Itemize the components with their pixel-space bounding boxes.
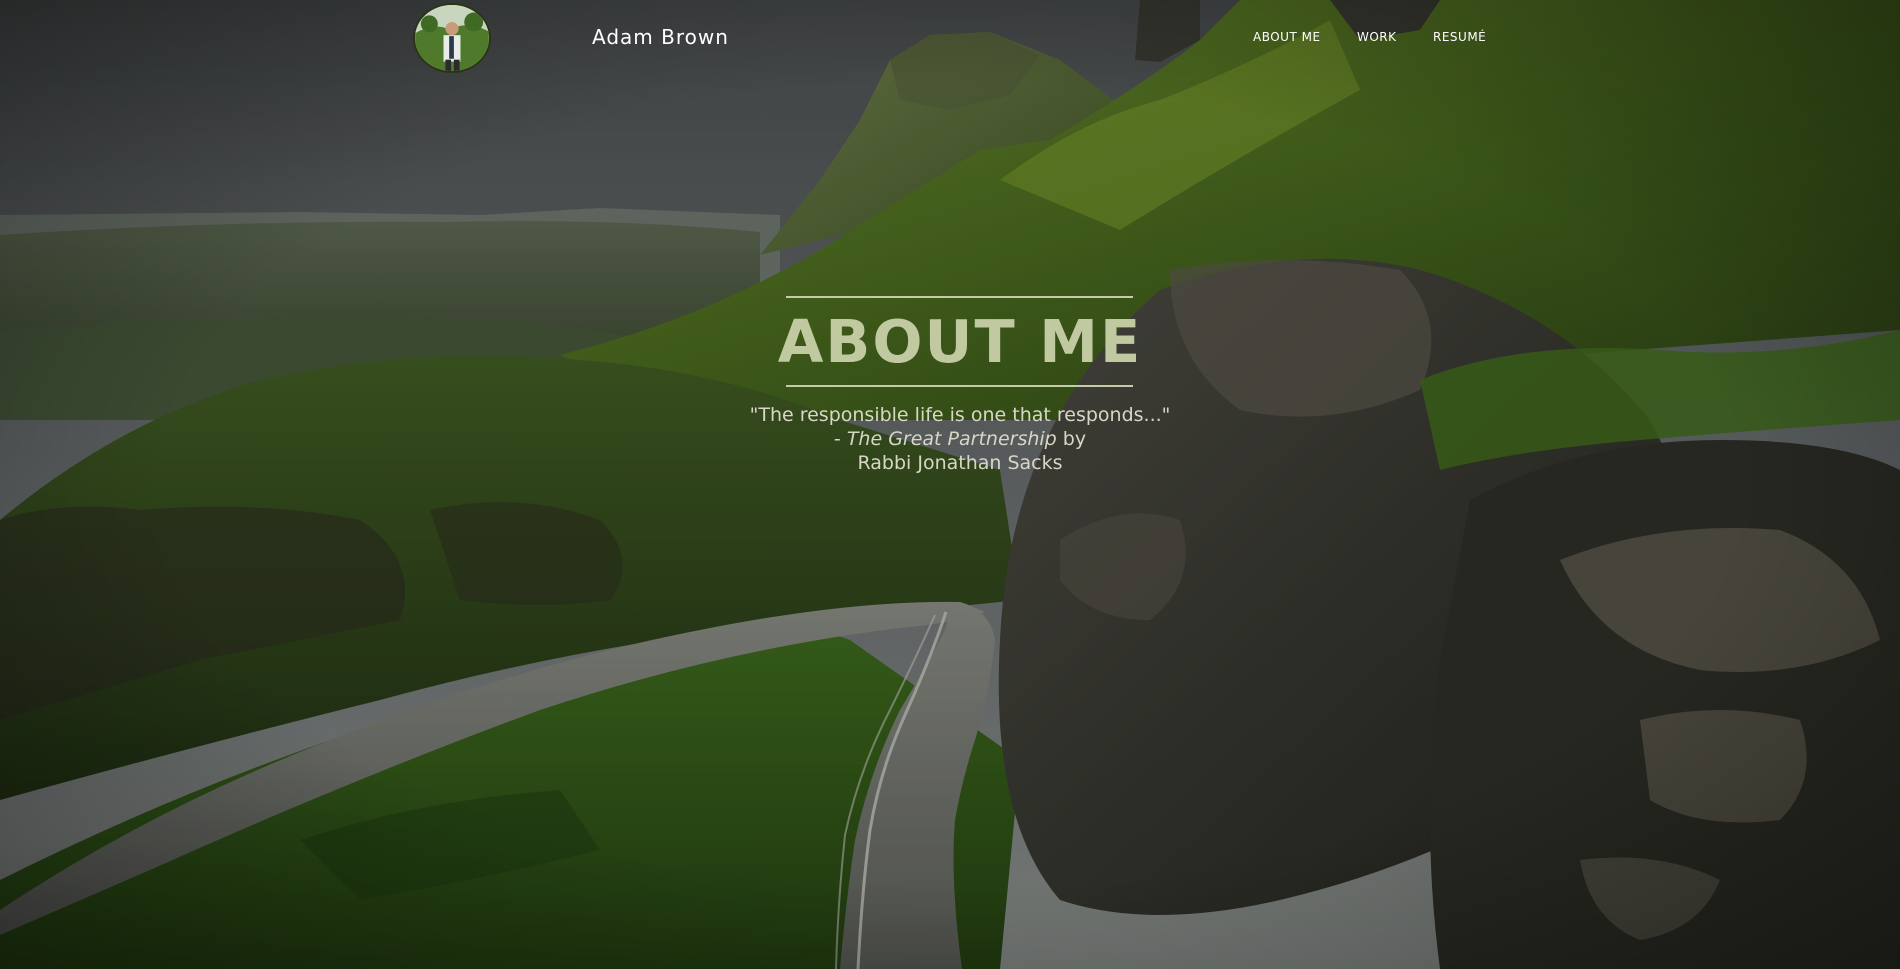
- quote-text: "The responsible life is one that respon…: [749, 404, 1171, 426]
- hero-background-landscape: [0, 0, 1900, 969]
- title-bottom-rule: [786, 385, 1133, 387]
- nav-item-work[interactable]: WORK: [1357, 30, 1397, 44]
- quote-author: Rabbi Jonathan Sacks: [857, 452, 1063, 474]
- book-title: The Great Partnership: [846, 428, 1057, 450]
- attribution-dash: -: [833, 428, 847, 450]
- title-top-rule: [786, 296, 1133, 298]
- profile-avatar[interactable]: [413, 3, 491, 73]
- nav-item-resume[interactable]: RESUMÉ: [1433, 30, 1486, 44]
- hero-quote: "The responsible life is one that respon…: [640, 403, 1280, 475]
- profile-photo-icon: [415, 5, 489, 71]
- site-name-link[interactable]: Adam Brown: [592, 25, 729, 49]
- nav-item-about-me[interactable]: ABOUT ME: [1253, 30, 1321, 44]
- quote-attribution-line: - The Great Partnership by: [834, 428, 1086, 450]
- page-title: ABOUT ME: [777, 307, 1143, 376]
- attribution-by: by: [1056, 428, 1087, 450]
